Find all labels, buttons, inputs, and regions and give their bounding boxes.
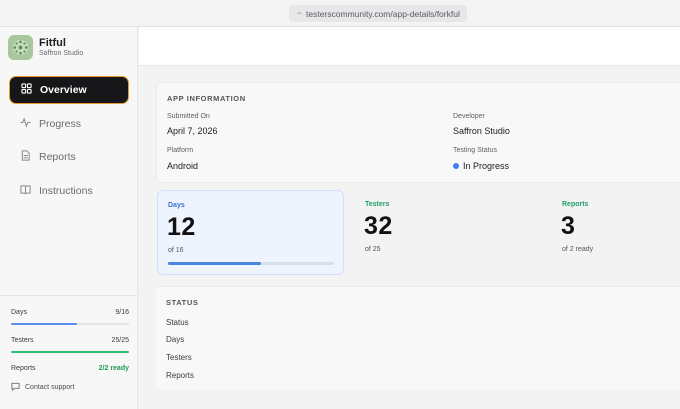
- days-stat: Days 9/16: [11, 309, 129, 318]
- app-brand: Fitful Saffron Studio: [8, 35, 83, 60]
- developer-label: Developer: [453, 113, 485, 120]
- address-bar[interactable]: ⇔ testerscommunity.com/app-details/forkf…: [289, 5, 467, 22]
- status-item-reports: Reports: [166, 371, 195, 380]
- testing-status-label: Testing Status: [453, 147, 497, 154]
- sidebar: Fitful Saffron Studio Overview Progress: [0, 27, 138, 409]
- url-text: testerscommunity.com/app-details/forkful: [306, 8, 460, 19]
- status-card: STATUS Status Days Testers Reports: [156, 286, 680, 390]
- developer-value: Saffron Studio: [453, 126, 510, 136]
- contact-support-label: Contact support: [25, 384, 75, 391]
- days-progress-fill: [11, 323, 78, 325]
- testing-status-text: In Progress: [463, 161, 510, 171]
- days-metric-progress-bar: [168, 262, 334, 265]
- platform-value: Android: [167, 161, 199, 171]
- app-information-title: APP INFORMATION: [167, 94, 246, 103]
- reports-stat: Reports 2/2 ready: [11, 365, 129, 374]
- reports-stat-label: Reports: [11, 365, 36, 372]
- main-content: APP INFORMATION Submitted On April 7, 20…: [139, 27, 680, 409]
- testers-metric-label: Testers: [365, 201, 390, 208]
- testing-status-value: In Progress: [453, 161, 509, 171]
- status-item-days: Days: [166, 335, 185, 344]
- testers-progress-fill: [11, 351, 129, 353]
- reports-metric-label: Reports: [562, 201, 589, 208]
- chat-icon: [11, 382, 20, 393]
- testers-metric-value: 32: [364, 212, 393, 240]
- platform-label: Platform: [167, 147, 194, 154]
- testers-metric-card[interactable]: Testers 32 of 25: [355, 190, 542, 275]
- days-stat-label: Days: [11, 309, 27, 316]
- reports-metric-value: 3: [561, 212, 576, 240]
- days-metric-progress-fill: [168, 262, 261, 265]
- reports-stat-value: 2/2 ready: [98, 365, 129, 372]
- app-information-card: APP INFORMATION Submitted On April 7, 20…: [156, 82, 680, 183]
- testers-progress-bar: [11, 351, 129, 353]
- days-metric-card[interactable]: Days 12 of 16: [157, 190, 344, 275]
- app-name: Fitful: [39, 37, 66, 49]
- days-metric-label: Days: [168, 202, 185, 209]
- nav-item-progress[interactable]: Progress: [9, 110, 129, 138]
- grid-icon: [21, 83, 32, 97]
- browser-toolbar: ⇔ testerscommunity.com/app-details/forkf…: [0, 0, 680, 27]
- status-item-testers: Testers: [166, 353, 192, 362]
- reports-metric-sub: of 2 ready: [562, 246, 594, 253]
- days-progress-bar: [11, 323, 129, 325]
- status-title: STATUS: [166, 298, 199, 307]
- document-icon: [20, 150, 31, 164]
- nav-item-instructions[interactable]: Instructions: [9, 177, 129, 205]
- submitted-label: Submitted On: [167, 113, 210, 120]
- nav-item-reports[interactable]: Reports: [9, 143, 129, 171]
- nav-item-label: Instructions: [39, 184, 93, 197]
- main-header: [139, 27, 680, 66]
- activity-icon: [20, 116, 31, 131]
- testers-stat-value: 25/25: [111, 337, 129, 344]
- testers-stat-label: Testers: [11, 337, 34, 344]
- app-logo-icon: [8, 35, 33, 60]
- sidebar-nav: Overview Progress Reports Instructions: [9, 76, 129, 210]
- status-dot-icon: [453, 163, 459, 169]
- nav-item-label: Reports: [39, 151, 76, 163]
- days-metric-value: 12: [167, 213, 196, 241]
- days-metric-sub: of 16: [168, 247, 184, 254]
- nav-item-label: Overview: [40, 84, 87, 96]
- sidebar-progress-summary: Days 9/16 Testers 25/25 Reports 2/2 read…: [0, 295, 138, 374]
- book-icon: [20, 184, 31, 198]
- testers-stat: Testers 25/25: [11, 337, 129, 346]
- status-item-status: Status: [166, 318, 189, 327]
- metrics-row: Days 12 of 16 Testers 32 of 25 Reports 3…: [156, 190, 680, 286]
- contact-support-link[interactable]: Contact support: [11, 382, 74, 393]
- nav-item-label: Progress: [39, 117, 82, 130]
- nav-item-overview[interactable]: Overview: [9, 76, 129, 104]
- days-stat-value: 9/16: [115, 309, 129, 316]
- reports-metric-card[interactable]: Reports 3 of 2 ready: [552, 190, 680, 275]
- link-icon: ⇔: [296, 10, 303, 17]
- submitted-value: April 7, 2026: [167, 126, 218, 136]
- studio-name: Saffron Studio: [39, 50, 84, 57]
- testers-metric-sub: of 25: [365, 246, 381, 253]
